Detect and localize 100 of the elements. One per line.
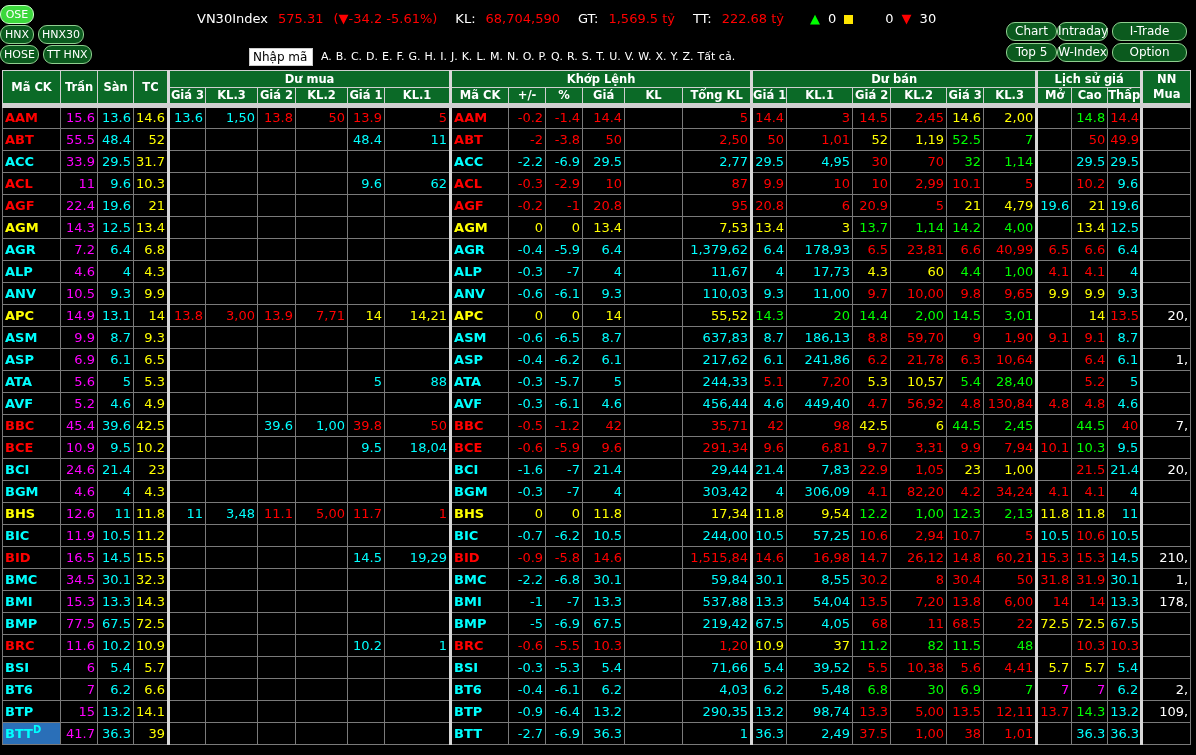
table-cell: 23 (946, 458, 984, 481)
ticker-cell[interactable]: BHS (2, 502, 61, 525)
letter-link[interactable]: G. (408, 48, 421, 66)
letter-link[interactable]: Z. (682, 48, 694, 66)
ticker-cell[interactable]: BIC (450, 524, 509, 547)
ticker-cell[interactable]: AGF (450, 194, 509, 217)
ticker-cell[interactable]: AAM (2, 105, 61, 129)
letter-link[interactable]: D. (366, 48, 379, 66)
letter-link[interactable]: Y. (670, 48, 679, 66)
ticker-cell[interactable]: BCI (450, 458, 509, 481)
letter-link[interactable]: R. (567, 48, 578, 66)
ticker-cell[interactable]: ASP (2, 348, 61, 371)
toolbar-button[interactable]: W-Index (1057, 43, 1108, 62)
letter-link[interactable]: C. (350, 48, 363, 66)
letter-link[interactable]: F. (396, 48, 405, 66)
ticker-cell[interactable]: ATA (2, 370, 61, 393)
ticker-cell[interactable]: BMI (450, 590, 509, 613)
letter-link[interactable]: Q. (550, 48, 564, 66)
ticker-cell[interactable]: BBC (2, 414, 61, 437)
ticker-cell[interactable]: AGR (450, 238, 509, 261)
ticker-cell[interactable]: AAM (450, 105, 509, 129)
market-tab[interactable]: HOSE (0, 45, 39, 64)
letter-link[interactable]: A. (321, 48, 332, 66)
ticker-cell[interactable]: BRC (450, 634, 509, 657)
letter-link[interactable]: O. (522, 48, 535, 66)
ticker-cell[interactable]: ACC (2, 150, 61, 173)
market-tab[interactable]: HNX (0, 25, 34, 44)
ticker-cell[interactable]: BCE (2, 436, 61, 459)
table-cell: 10.6 (852, 524, 891, 547)
ticker-cell[interactable]: ASP (450, 348, 509, 371)
letter-link[interactable]: Tất cả. (697, 48, 736, 66)
toolbar-button[interactable]: Option (1112, 43, 1187, 62)
letter-link[interactable]: I. (440, 48, 447, 66)
letter-link[interactable]: P. (538, 48, 547, 66)
ticker-cell[interactable]: BIC (2, 524, 61, 547)
ticker-cell[interactable]: BT6 (450, 678, 509, 701)
letter-link[interactable]: L. (476, 48, 486, 66)
ticker-cell[interactable]: AVF (2, 392, 61, 415)
ticker-cell[interactable]: BMP (2, 612, 61, 635)
letter-link[interactable]: J. (450, 48, 458, 66)
toolbar-button[interactable]: Top 5 (1006, 43, 1057, 62)
ticker-cell[interactable]: BCE (450, 436, 509, 459)
ticker-cell[interactable]: BTT$^{D}$ (2, 722, 61, 745)
ticker-cell[interactable]: BHS (450, 502, 509, 525)
ticker-cell[interactable]: ANV (450, 282, 509, 305)
ticker-cell[interactable]: AGM (450, 216, 509, 239)
ticker-cell[interactable]: BID (450, 546, 509, 569)
ticker-cell[interactable]: BT6 (2, 678, 61, 701)
ticker-cell[interactable]: BTP (450, 700, 509, 723)
ticker-cell[interactable]: BGM (450, 480, 509, 503)
ticker-cell[interactable]: BSI (450, 656, 509, 679)
ticker-cell[interactable]: BTT (450, 722, 509, 745)
ticker-cell[interactable]: BBC (450, 414, 509, 437)
ticker-cell[interactable]: ACC (450, 150, 509, 173)
ticker-cell[interactable]: BCI (2, 458, 61, 481)
table-cell: 14.4 (751, 105, 787, 129)
ticker-cell[interactable]: BMC (2, 568, 61, 591)
letter-link[interactable]: T. (596, 48, 606, 66)
market-tab[interactable]: TT HNX (42, 45, 92, 64)
letter-link[interactable]: E. (382, 48, 393, 66)
letter-link[interactable]: S. (581, 48, 593, 66)
toolbar-button[interactable]: Chart (1006, 22, 1057, 41)
ticker-cell[interactable]: AGR (2, 238, 61, 261)
ticker-cell[interactable]: APC (2, 304, 61, 327)
letter-link[interactable]: W. (638, 48, 652, 66)
ticker-cell[interactable]: ANV (2, 282, 61, 305)
ticker-cell[interactable]: BTP (2, 700, 61, 723)
ticker-cell[interactable]: APC (450, 304, 509, 327)
letter-link[interactable]: B. (335, 48, 347, 66)
toolbar-button[interactable]: Intraday (1057, 22, 1108, 41)
ticker-cell[interactable]: BGM (2, 480, 61, 503)
ticker-cell[interactable]: BMI (2, 590, 61, 613)
ticker-cell[interactable]: BMC (450, 568, 509, 591)
ticker-cell[interactable]: ACL (2, 172, 61, 195)
ticker-cell[interactable]: BMP (450, 612, 509, 635)
ticker-cell[interactable]: ALP (450, 260, 509, 283)
letter-link[interactable]: N. (507, 48, 519, 66)
code-input[interactable]: Nhập mã (249, 48, 313, 66)
table-cell: 15.3 (1071, 546, 1108, 569)
ticker-cell[interactable]: ATA (450, 370, 509, 393)
ticker-cell[interactable]: BRC (2, 634, 61, 657)
ticker-cell[interactable]: BID (2, 546, 61, 569)
ticker-cell[interactable]: BSI (2, 656, 61, 679)
market-tab[interactable]: HNX30 (38, 25, 85, 44)
letter-link[interactable]: X. (655, 48, 667, 66)
toolbar-button[interactable]: I-Trade (1112, 22, 1187, 41)
ticker-cell[interactable]: ABT (2, 128, 61, 151)
ticker-cell[interactable]: ACL (450, 172, 509, 195)
letter-link[interactable]: H. (424, 48, 437, 66)
ticker-cell[interactable]: ALP (2, 260, 61, 283)
ticker-cell[interactable]: AGF (2, 194, 61, 217)
letter-link[interactable]: K. (461, 48, 473, 66)
letter-link[interactable]: M. (490, 48, 503, 66)
ticker-cell[interactable]: AGM (2, 216, 61, 239)
ticker-cell[interactable]: ABT (450, 128, 509, 151)
letter-link[interactable]: U. (609, 48, 621, 66)
ticker-cell[interactable]: ASM (2, 326, 61, 349)
ticker-cell[interactable]: AVF (450, 392, 509, 415)
letter-link[interactable]: V. (624, 48, 635, 66)
ticker-cell[interactable]: ASM (450, 326, 509, 349)
